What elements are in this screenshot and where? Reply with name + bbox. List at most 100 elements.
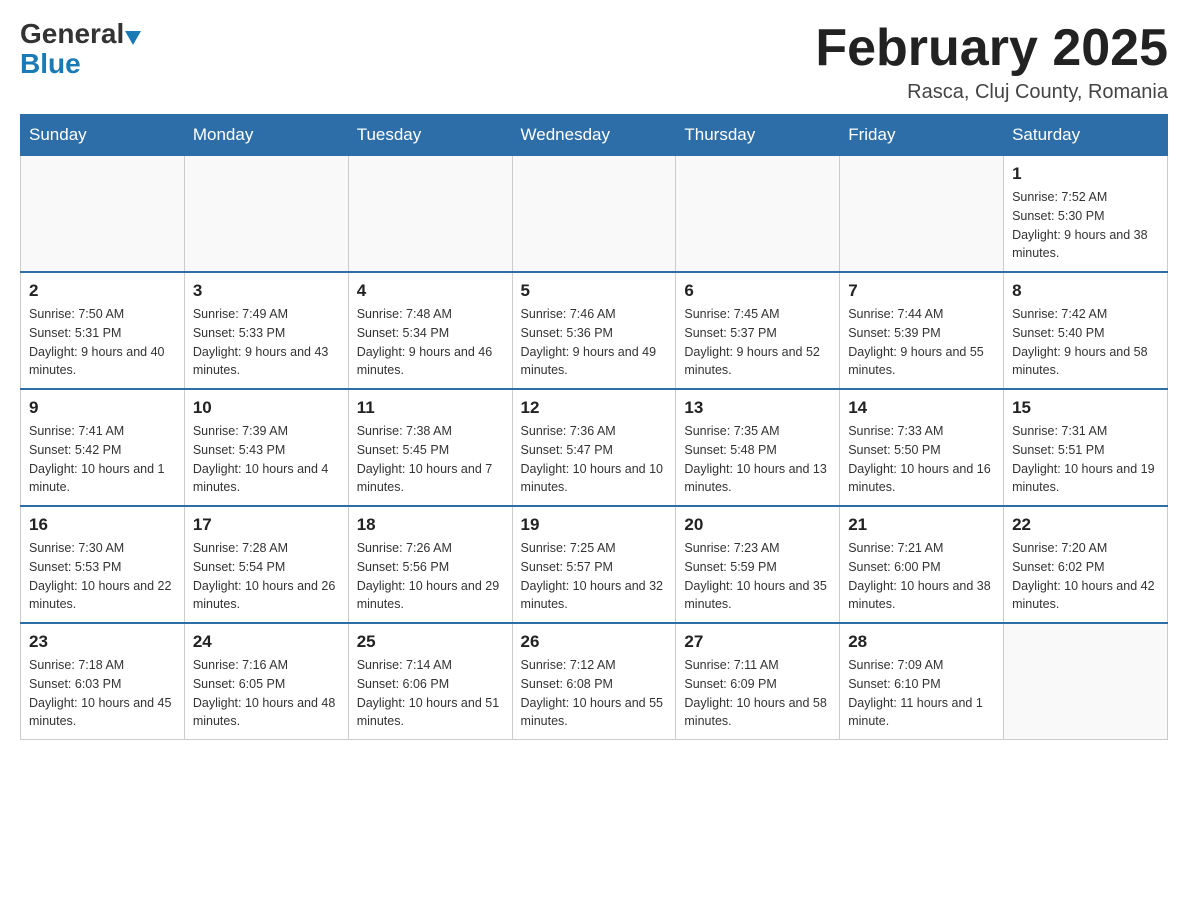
table-row: 6 Sunrise: 7:45 AMSunset: 5:37 PMDaylight… bbox=[676, 272, 840, 389]
day-number: 14 bbox=[848, 398, 995, 418]
col-monday: Monday bbox=[184, 115, 348, 156]
day-number: 7 bbox=[848, 281, 995, 301]
table-row: 7 Sunrise: 7:44 AMSunset: 5:39 PMDaylight… bbox=[840, 272, 1004, 389]
day-info: Sunrise: 7:46 AMSunset: 5:36 PMDaylight:… bbox=[521, 305, 668, 380]
day-number: 23 bbox=[29, 632, 176, 652]
day-info: Sunrise: 7:12 AMSunset: 6:08 PMDaylight:… bbox=[521, 656, 668, 731]
table-row: 13 Sunrise: 7:35 AMSunset: 5:48 PMDayligh… bbox=[676, 389, 840, 506]
day-info: Sunrise: 7:20 AMSunset: 6:02 PMDaylight:… bbox=[1012, 539, 1159, 614]
day-number: 24 bbox=[193, 632, 340, 652]
day-info: Sunrise: 7:31 AMSunset: 5:51 PMDaylight:… bbox=[1012, 422, 1159, 497]
day-number: 16 bbox=[29, 515, 176, 535]
day-info: Sunrise: 7:41 AMSunset: 5:42 PMDaylight:… bbox=[29, 422, 176, 497]
table-row: 16 Sunrise: 7:30 AMSunset: 5:53 PMDayligh… bbox=[21, 506, 185, 623]
day-number: 15 bbox=[1012, 398, 1159, 418]
table-row: 2 Sunrise: 7:50 AMSunset: 5:31 PMDaylight… bbox=[21, 272, 185, 389]
table-row: 26 Sunrise: 7:12 AMSunset: 6:08 PMDayligh… bbox=[512, 623, 676, 740]
table-row bbox=[21, 156, 185, 273]
day-number: 21 bbox=[848, 515, 995, 535]
day-info: Sunrise: 7:14 AMSunset: 6:06 PMDaylight:… bbox=[357, 656, 504, 731]
table-row bbox=[184, 156, 348, 273]
day-number: 6 bbox=[684, 281, 831, 301]
day-number: 22 bbox=[1012, 515, 1159, 535]
day-number: 18 bbox=[357, 515, 504, 535]
day-info: Sunrise: 7:30 AMSunset: 5:53 PMDaylight:… bbox=[29, 539, 176, 614]
table-row: 24 Sunrise: 7:16 AMSunset: 6:05 PMDayligh… bbox=[184, 623, 348, 740]
day-number: 28 bbox=[848, 632, 995, 652]
table-row: 14 Sunrise: 7:33 AMSunset: 5:50 PMDayligh… bbox=[840, 389, 1004, 506]
table-row: 27Sunrise: 7:11 AMSunset: 6:09 PMDayligh… bbox=[676, 623, 840, 740]
table-row: 9 Sunrise: 7:41 AMSunset: 5:42 PMDaylight… bbox=[21, 389, 185, 506]
table-row: 18 Sunrise: 7:26 AMSunset: 5:56 PMDayligh… bbox=[348, 506, 512, 623]
day-number: 4 bbox=[357, 281, 504, 301]
table-row: 4 Sunrise: 7:48 AMSunset: 5:34 PMDaylight… bbox=[348, 272, 512, 389]
col-tuesday: Tuesday bbox=[348, 115, 512, 156]
day-info: Sunrise: 7:36 AMSunset: 5:47 PMDaylight:… bbox=[521, 422, 668, 497]
table-row: 8Sunrise: 7:42 AMSunset: 5:40 PMDaylight… bbox=[1004, 272, 1168, 389]
table-row: 1Sunrise: 7:52 AMSunset: 5:30 PMDaylight… bbox=[1004, 156, 1168, 273]
calendar-week-row: 16 Sunrise: 7:30 AMSunset: 5:53 PMDayligh… bbox=[21, 506, 1168, 623]
day-number: 19 bbox=[521, 515, 668, 535]
col-wednesday: Wednesday bbox=[512, 115, 676, 156]
day-info: Sunrise: 7:44 AMSunset: 5:39 PMDaylight:… bbox=[848, 305, 995, 380]
calendar-week-row: 9 Sunrise: 7:41 AMSunset: 5:42 PMDaylight… bbox=[21, 389, 1168, 506]
day-info: Sunrise: 7:50 AMSunset: 5:31 PMDaylight:… bbox=[29, 305, 176, 380]
logo-blue-text: Blue bbox=[20, 50, 81, 78]
day-info: Sunrise: 7:26 AMSunset: 5:56 PMDaylight:… bbox=[357, 539, 504, 614]
calendar-week-row: 2 Sunrise: 7:50 AMSunset: 5:31 PMDaylight… bbox=[21, 272, 1168, 389]
page-header: General Blue February 2025 Rasca, Cluj C… bbox=[20, 20, 1168, 104]
calendar-table: Sunday Monday Tuesday Wednesday Thursday… bbox=[20, 114, 1168, 740]
table-row: 20 Sunrise: 7:23 AMSunset: 5:59 PMDayligh… bbox=[676, 506, 840, 623]
month-title: February 2025 bbox=[815, 20, 1168, 77]
table-row: 28 Sunrise: 7:09 AMSunset: 6:10 PMDayligh… bbox=[840, 623, 1004, 740]
table-row: 15 Sunrise: 7:31 AMSunset: 5:51 PMDayligh… bbox=[1004, 389, 1168, 506]
location-text: Rasca, Cluj County, Romania bbox=[815, 81, 1168, 104]
day-number: 13 bbox=[684, 398, 831, 418]
day-info: Sunrise: 7:21 AMSunset: 6:00 PMDaylight:… bbox=[848, 539, 995, 614]
table-row: 22 Sunrise: 7:20 AMSunset: 6:02 PMDayligh… bbox=[1004, 506, 1168, 623]
day-info: Sunrise: 7:45 AMSunset: 5:37 PMDaylight:… bbox=[684, 305, 831, 380]
logo: General Blue bbox=[20, 20, 125, 78]
day-number: 25 bbox=[357, 632, 504, 652]
table-row: 5 Sunrise: 7:46 AMSunset: 5:36 PMDaylight… bbox=[512, 272, 676, 389]
table-row: 11Sunrise: 7:38 AMSunset: 5:45 PMDayligh… bbox=[348, 389, 512, 506]
table-row bbox=[348, 156, 512, 273]
day-info: Sunrise: 7:11 AMSunset: 6:09 PMDaylight:… bbox=[684, 656, 831, 731]
day-number: 17 bbox=[193, 515, 340, 535]
day-info: Sunrise: 7:28 AMSunset: 5:54 PMDaylight:… bbox=[193, 539, 340, 614]
table-row: 10 Sunrise: 7:39 AMSunset: 5:43 PMDayligh… bbox=[184, 389, 348, 506]
table-row bbox=[512, 156, 676, 273]
table-row bbox=[840, 156, 1004, 273]
day-number: 3 bbox=[193, 281, 340, 301]
table-row: 17 Sunrise: 7:28 AMSunset: 5:54 PMDayligh… bbox=[184, 506, 348, 623]
day-number: 5 bbox=[521, 281, 668, 301]
day-number: 10 bbox=[193, 398, 340, 418]
day-info: Sunrise: 7:48 AMSunset: 5:34 PMDaylight:… bbox=[357, 305, 504, 380]
day-info: Sunrise: 7:25 AMSunset: 5:57 PMDaylight:… bbox=[521, 539, 668, 614]
day-info: Sunrise: 7:35 AMSunset: 5:48 PMDaylight:… bbox=[684, 422, 831, 497]
day-info: Sunrise: 7:33 AMSunset: 5:50 PMDaylight:… bbox=[848, 422, 995, 497]
day-info: Sunrise: 7:49 AMSunset: 5:33 PMDaylight:… bbox=[193, 305, 340, 380]
day-info: Sunrise: 7:52 AMSunset: 5:30 PMDaylight:… bbox=[1012, 188, 1159, 263]
col-thursday: Thursday bbox=[676, 115, 840, 156]
day-info: Sunrise: 7:09 AMSunset: 6:10 PMDaylight:… bbox=[848, 656, 995, 731]
day-info: Sunrise: 7:16 AMSunset: 6:05 PMDaylight:… bbox=[193, 656, 340, 731]
day-info: Sunrise: 7:42 AMSunset: 5:40 PMDaylight:… bbox=[1012, 305, 1159, 380]
table-row bbox=[676, 156, 840, 273]
day-number: 26 bbox=[521, 632, 668, 652]
table-row: 3 Sunrise: 7:49 AMSunset: 5:33 PMDaylight… bbox=[184, 272, 348, 389]
day-number: 9 bbox=[29, 398, 176, 418]
day-info: Sunrise: 7:23 AMSunset: 5:59 PMDaylight:… bbox=[684, 539, 831, 614]
day-number: 2 bbox=[29, 281, 176, 301]
table-row bbox=[1004, 623, 1168, 740]
title-section: February 2025 Rasca, Cluj County, Romani… bbox=[815, 20, 1168, 104]
day-info: Sunrise: 7:39 AMSunset: 5:43 PMDaylight:… bbox=[193, 422, 340, 497]
day-number: 20 bbox=[684, 515, 831, 535]
calendar-week-row: 23Sunrise: 7:18 AMSunset: 6:03 PMDayligh… bbox=[21, 623, 1168, 740]
table-row: 19 Sunrise: 7:25 AMSunset: 5:57 PMDayligh… bbox=[512, 506, 676, 623]
table-row: 25 Sunrise: 7:14 AMSunset: 6:06 PMDayligh… bbox=[348, 623, 512, 740]
table-row: 12Sunrise: 7:36 AMSunset: 5:47 PMDayligh… bbox=[512, 389, 676, 506]
col-saturday: Saturday bbox=[1004, 115, 1168, 156]
table-row: 21 Sunrise: 7:21 AMSunset: 6:00 PMDayligh… bbox=[840, 506, 1004, 623]
col-sunday: Sunday bbox=[21, 115, 185, 156]
